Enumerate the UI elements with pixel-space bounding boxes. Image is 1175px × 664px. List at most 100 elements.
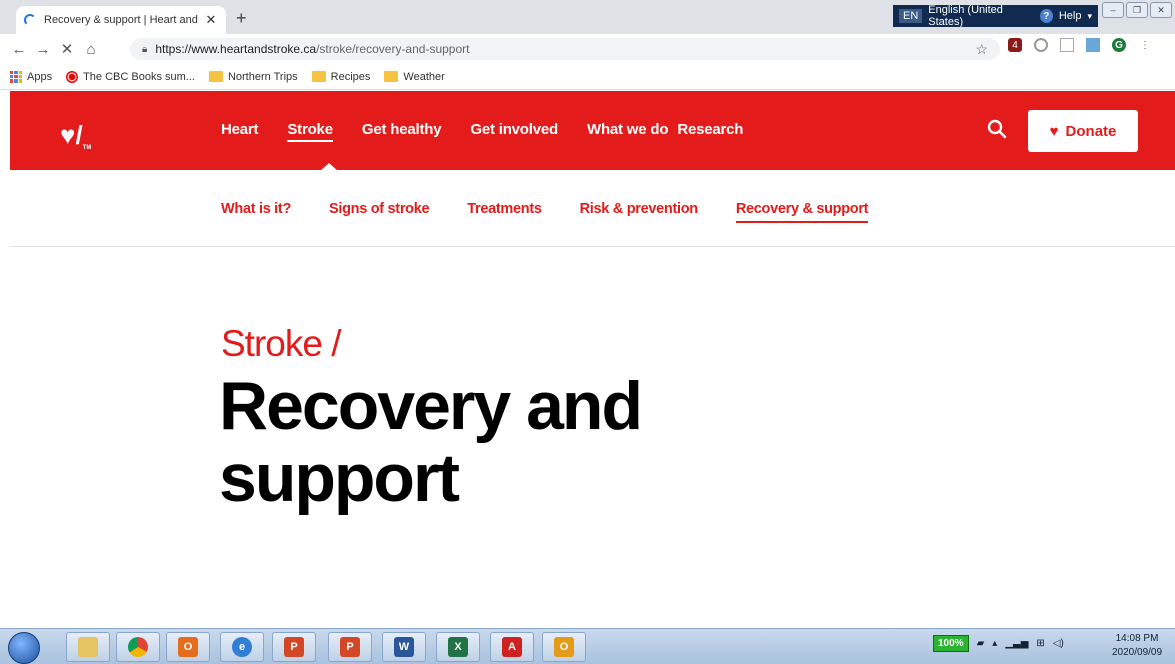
subnav-divider xyxy=(10,246,1175,247)
page-title: Recovery and support xyxy=(219,368,643,516)
restore-button[interactable]: ❐ xyxy=(1126,2,1148,18)
taskbar-explorer[interactable] xyxy=(66,632,110,662)
subnav-recovery-support[interactable]: Recovery & support xyxy=(735,201,869,223)
folder-icon xyxy=(208,71,223,82)
signal-icon[interactable]: ▁▃▅ xyxy=(1005,638,1028,649)
back-button[interactable]: ← xyxy=(7,41,31,58)
profile-avatar[interactable]: G xyxy=(1112,38,1126,52)
subnav-what-is-it[interactable]: What is it? xyxy=(221,201,291,223)
cbc-icon xyxy=(66,70,79,83)
heart-icon: ♥ xyxy=(1049,122,1059,140)
nav-heart[interactable]: Heart xyxy=(221,121,259,142)
search-icon[interactable] xyxy=(987,119,1007,139)
breadcrumb[interactable]: Stroke / xyxy=(221,323,341,365)
bookmark-cbc-books[interactable]: The CBC Books sum... xyxy=(66,70,195,83)
subnav-treatments[interactable]: Treatments xyxy=(467,201,542,223)
taskbar-chrome[interactable] xyxy=(116,632,160,662)
taskbar-pdf[interactable]: A xyxy=(490,632,534,662)
new-tab-button[interactable]: + xyxy=(236,8,247,29)
taskbar-internet-explorer[interactable]: e xyxy=(220,632,264,662)
volume-icon[interactable]: ◁) xyxy=(1053,638,1064,649)
folder-explorer-icon xyxy=(78,637,98,657)
address-bar[interactable]: 🔒︎ https://www.heartandstroke.ca/stroke/… xyxy=(130,38,1000,60)
folder-icon xyxy=(384,71,399,82)
extension-icon[interactable] xyxy=(1034,38,1048,52)
tab-close-icon[interactable]: ✕ xyxy=(204,12,218,28)
close-window-button[interactable]: ✕ xyxy=(1150,2,1172,18)
taskbar-powerpoint[interactable]: P xyxy=(272,632,316,662)
url-path: /stroke/recovery-and-support xyxy=(316,42,470,56)
nav-get-healthy[interactable]: Get healthy xyxy=(362,121,442,142)
language-code: EN xyxy=(899,9,923,23)
bookmark-label: Northern Trips xyxy=(227,70,298,83)
battery-indicator[interactable]: 100% xyxy=(933,635,969,652)
extension-icons: 4 G ⋮ xyxy=(1008,38,1152,52)
subnav-signs-of-stroke[interactable]: Signs of stroke xyxy=(329,201,430,223)
donate-label: Donate xyxy=(1065,122,1117,140)
extension-icon[interactable] xyxy=(1060,38,1074,52)
help-icon[interactable]: ? xyxy=(1039,9,1053,23)
powerpoint-icon: P xyxy=(340,637,360,657)
language-bar[interactable]: EN English (United States) ? Help ▾ xyxy=(893,4,1098,28)
office-communicator-icon: O xyxy=(554,637,574,657)
pdf-icon: A xyxy=(502,637,522,657)
nav-what-we-do[interactable]: What we do xyxy=(587,121,669,142)
logo-mark: ♥/ xyxy=(60,120,83,150)
taskbar-excel[interactable]: X xyxy=(436,632,480,662)
browser-toolbar: ← → ✕ ⌂ 🔒︎ https://www.heartandstroke.ca… xyxy=(0,34,1175,64)
bookmark-recipes[interactable]: Recipes xyxy=(311,70,371,83)
stop-button[interactable]: ✕ xyxy=(55,40,79,58)
taskbar-outlook[interactable]: O xyxy=(166,632,210,662)
help-label[interactable]: Help xyxy=(1059,10,1082,22)
logo-trademark: TM xyxy=(82,145,92,151)
taskbar-office-communicator[interactable]: O xyxy=(542,632,586,662)
language-menu-icon[interactable]: ▾ xyxy=(1087,11,1092,22)
word-icon: W xyxy=(394,637,414,657)
url-host: https://www.heartandstroke.ca xyxy=(155,42,317,56)
tray-expand-icon[interactable]: ▴ xyxy=(992,638,997,649)
lock-icon[interactable]: 🔒︎ xyxy=(142,44,147,55)
bookmarks-bar: Apps The CBC Books sum... Northern Trips… xyxy=(0,64,1175,90)
power-plug-icon[interactable]: ▰ xyxy=(977,638,985,649)
bookmark-label: Recipes xyxy=(330,70,371,83)
bookmark-star-icon[interactable]: ☆ xyxy=(975,41,988,58)
system-tray: 100% ▰ ▴ ▁▃▅ ⊞ ◁) xyxy=(933,635,1064,652)
internet-explorer-icon: e xyxy=(232,637,252,657)
browser-menu-icon[interactable]: ⋮ xyxy=(1138,38,1152,52)
extension-icon[interactable] xyxy=(1086,38,1100,52)
clock-date: 2020/09/09 xyxy=(1112,647,1163,658)
window-controls: – ❐ ✕ xyxy=(1102,2,1172,18)
outlook-icon: O xyxy=(178,637,198,657)
clock-time: 14:08 PM xyxy=(1115,633,1159,644)
bookmark-weather[interactable]: Weather xyxy=(384,70,445,83)
bookmark-label: The CBC Books sum... xyxy=(83,70,195,83)
subnav-risk-prevention[interactable]: Risk & prevention xyxy=(580,201,698,223)
home-button[interactable]: ⌂ xyxy=(79,41,103,58)
taskbar-word[interactable]: W xyxy=(382,632,426,662)
extension-icon[interactable]: 4 xyxy=(1008,38,1022,52)
donate-button[interactable]: ♥ Donate xyxy=(1028,110,1138,152)
nav-stroke[interactable]: Stroke xyxy=(287,121,333,142)
browser-tab[interactable]: Recovery & support | Heart and ✕ xyxy=(16,6,226,34)
bookmark-northern-trips[interactable]: Northern Trips xyxy=(208,70,298,83)
heart-and-stroke-logo[interactable]: ♥/TM xyxy=(60,120,91,151)
powerpoint-icon: P xyxy=(284,637,304,657)
main-nav: Heart Stroke Get healthy Get involved Wh… xyxy=(221,121,772,142)
network-icon[interactable]: ⊞ xyxy=(1036,638,1044,649)
nav-research[interactable]: Research xyxy=(677,121,743,142)
apps-icon xyxy=(10,70,22,83)
nav-get-involved[interactable]: Get involved xyxy=(470,121,558,142)
active-nav-caret xyxy=(320,163,338,171)
site-header: ♥/TM Heart Stroke Get healthy Get involv… xyxy=(10,91,1175,171)
forward-button[interactable]: → xyxy=(31,41,55,58)
taskbar-powerpoint-2[interactable]: P xyxy=(328,632,372,662)
stroke-sub-nav: What is it? Signs of stroke Treatments R… xyxy=(221,201,906,223)
browser-tab-strip: Recovery & support | Heart and ✕ + EN En… xyxy=(0,0,1175,34)
bookmark-apps[interactable]: Apps xyxy=(10,70,52,83)
minimize-button[interactable]: – xyxy=(1102,2,1124,18)
start-button[interactable] xyxy=(8,632,40,664)
system-clock[interactable]: 14:08 PM 2020/09/09 xyxy=(1112,632,1162,660)
loading-spinner-icon xyxy=(24,14,36,26)
bookmark-label: Weather xyxy=(403,70,445,83)
folder-icon xyxy=(311,71,326,82)
